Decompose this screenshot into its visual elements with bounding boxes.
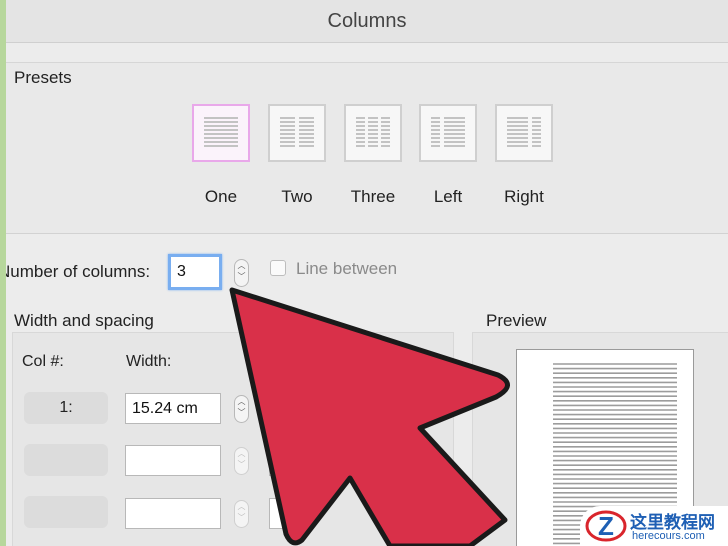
- watermark-url: herecours.com: [632, 530, 705, 542]
- red-arrow-pointer-icon: [229, 287, 510, 546]
- svg-text:Z: Z: [598, 511, 614, 541]
- watermark-badge: Z 这里教程网 herecours.com: [580, 506, 728, 546]
- watermark-logo-icon: Z: [585, 510, 627, 542]
